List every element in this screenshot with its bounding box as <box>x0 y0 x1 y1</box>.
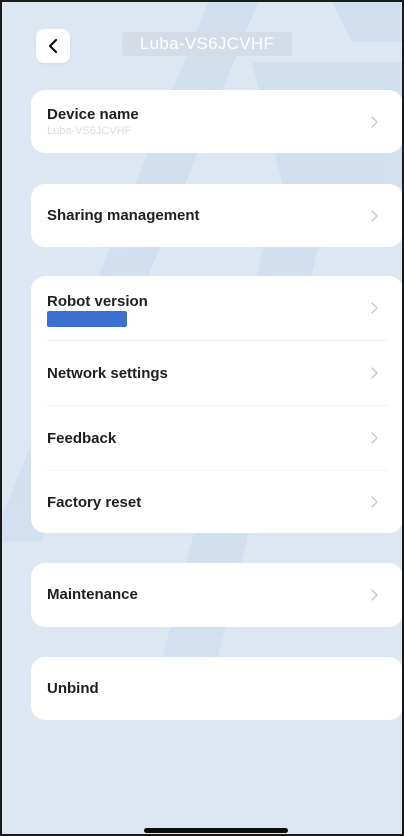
device-name-label: Device name <box>47 106 139 123</box>
robot-version-row[interactable]: Robot version <box>31 276 402 340</box>
sharing-management-label: Sharing management <box>47 207 200 224</box>
back-button[interactable] <box>36 29 70 63</box>
feedback-row[interactable]: Feedback <box>31 406 402 470</box>
chevron-right-icon <box>371 367 378 379</box>
factory-reset-label: Factory reset <box>47 494 142 511</box>
chevron-right-icon <box>371 210 378 222</box>
sharing-management-card[interactable]: Sharing management <box>31 184 402 247</box>
device-settings-group: Robot version Network settings Feedback … <box>31 276 402 533</box>
unbind-card[interactable]: Unbind <box>31 657 402 720</box>
redacted-version-value <box>47 311 127 327</box>
device-name-value: Luba-VS6JCVHF <box>47 125 132 137</box>
chevron-right-icon <box>371 589 378 601</box>
maintenance-label: Maintenance <box>47 586 138 603</box>
page-title: Luba-VS6JCVHF <box>122 32 292 56</box>
unbind-label: Unbind <box>47 680 99 697</box>
network-settings-label: Network settings <box>47 365 168 382</box>
chevron-right-icon <box>371 496 378 508</box>
chevron-right-icon <box>371 116 378 128</box>
chevron-right-icon <box>371 432 378 444</box>
feedback-label: Feedback <box>47 430 117 447</box>
home-indicator <box>144 828 288 833</box>
robot-version-label: Robot version <box>47 293 148 310</box>
settings-screen: Luba-VS6JCVHF Device name Luba-VS6JCVHF … <box>0 0 404 836</box>
factory-reset-row[interactable]: Factory reset <box>31 471 402 533</box>
chevron-left-icon <box>48 38 58 54</box>
maintenance-card[interactable]: Maintenance <box>31 563 402 627</box>
network-settings-row[interactable]: Network settings <box>31 341 402 405</box>
device-name-card[interactable]: Device name Luba-VS6JCVHF <box>31 90 402 153</box>
chevron-right-icon <box>371 302 378 314</box>
